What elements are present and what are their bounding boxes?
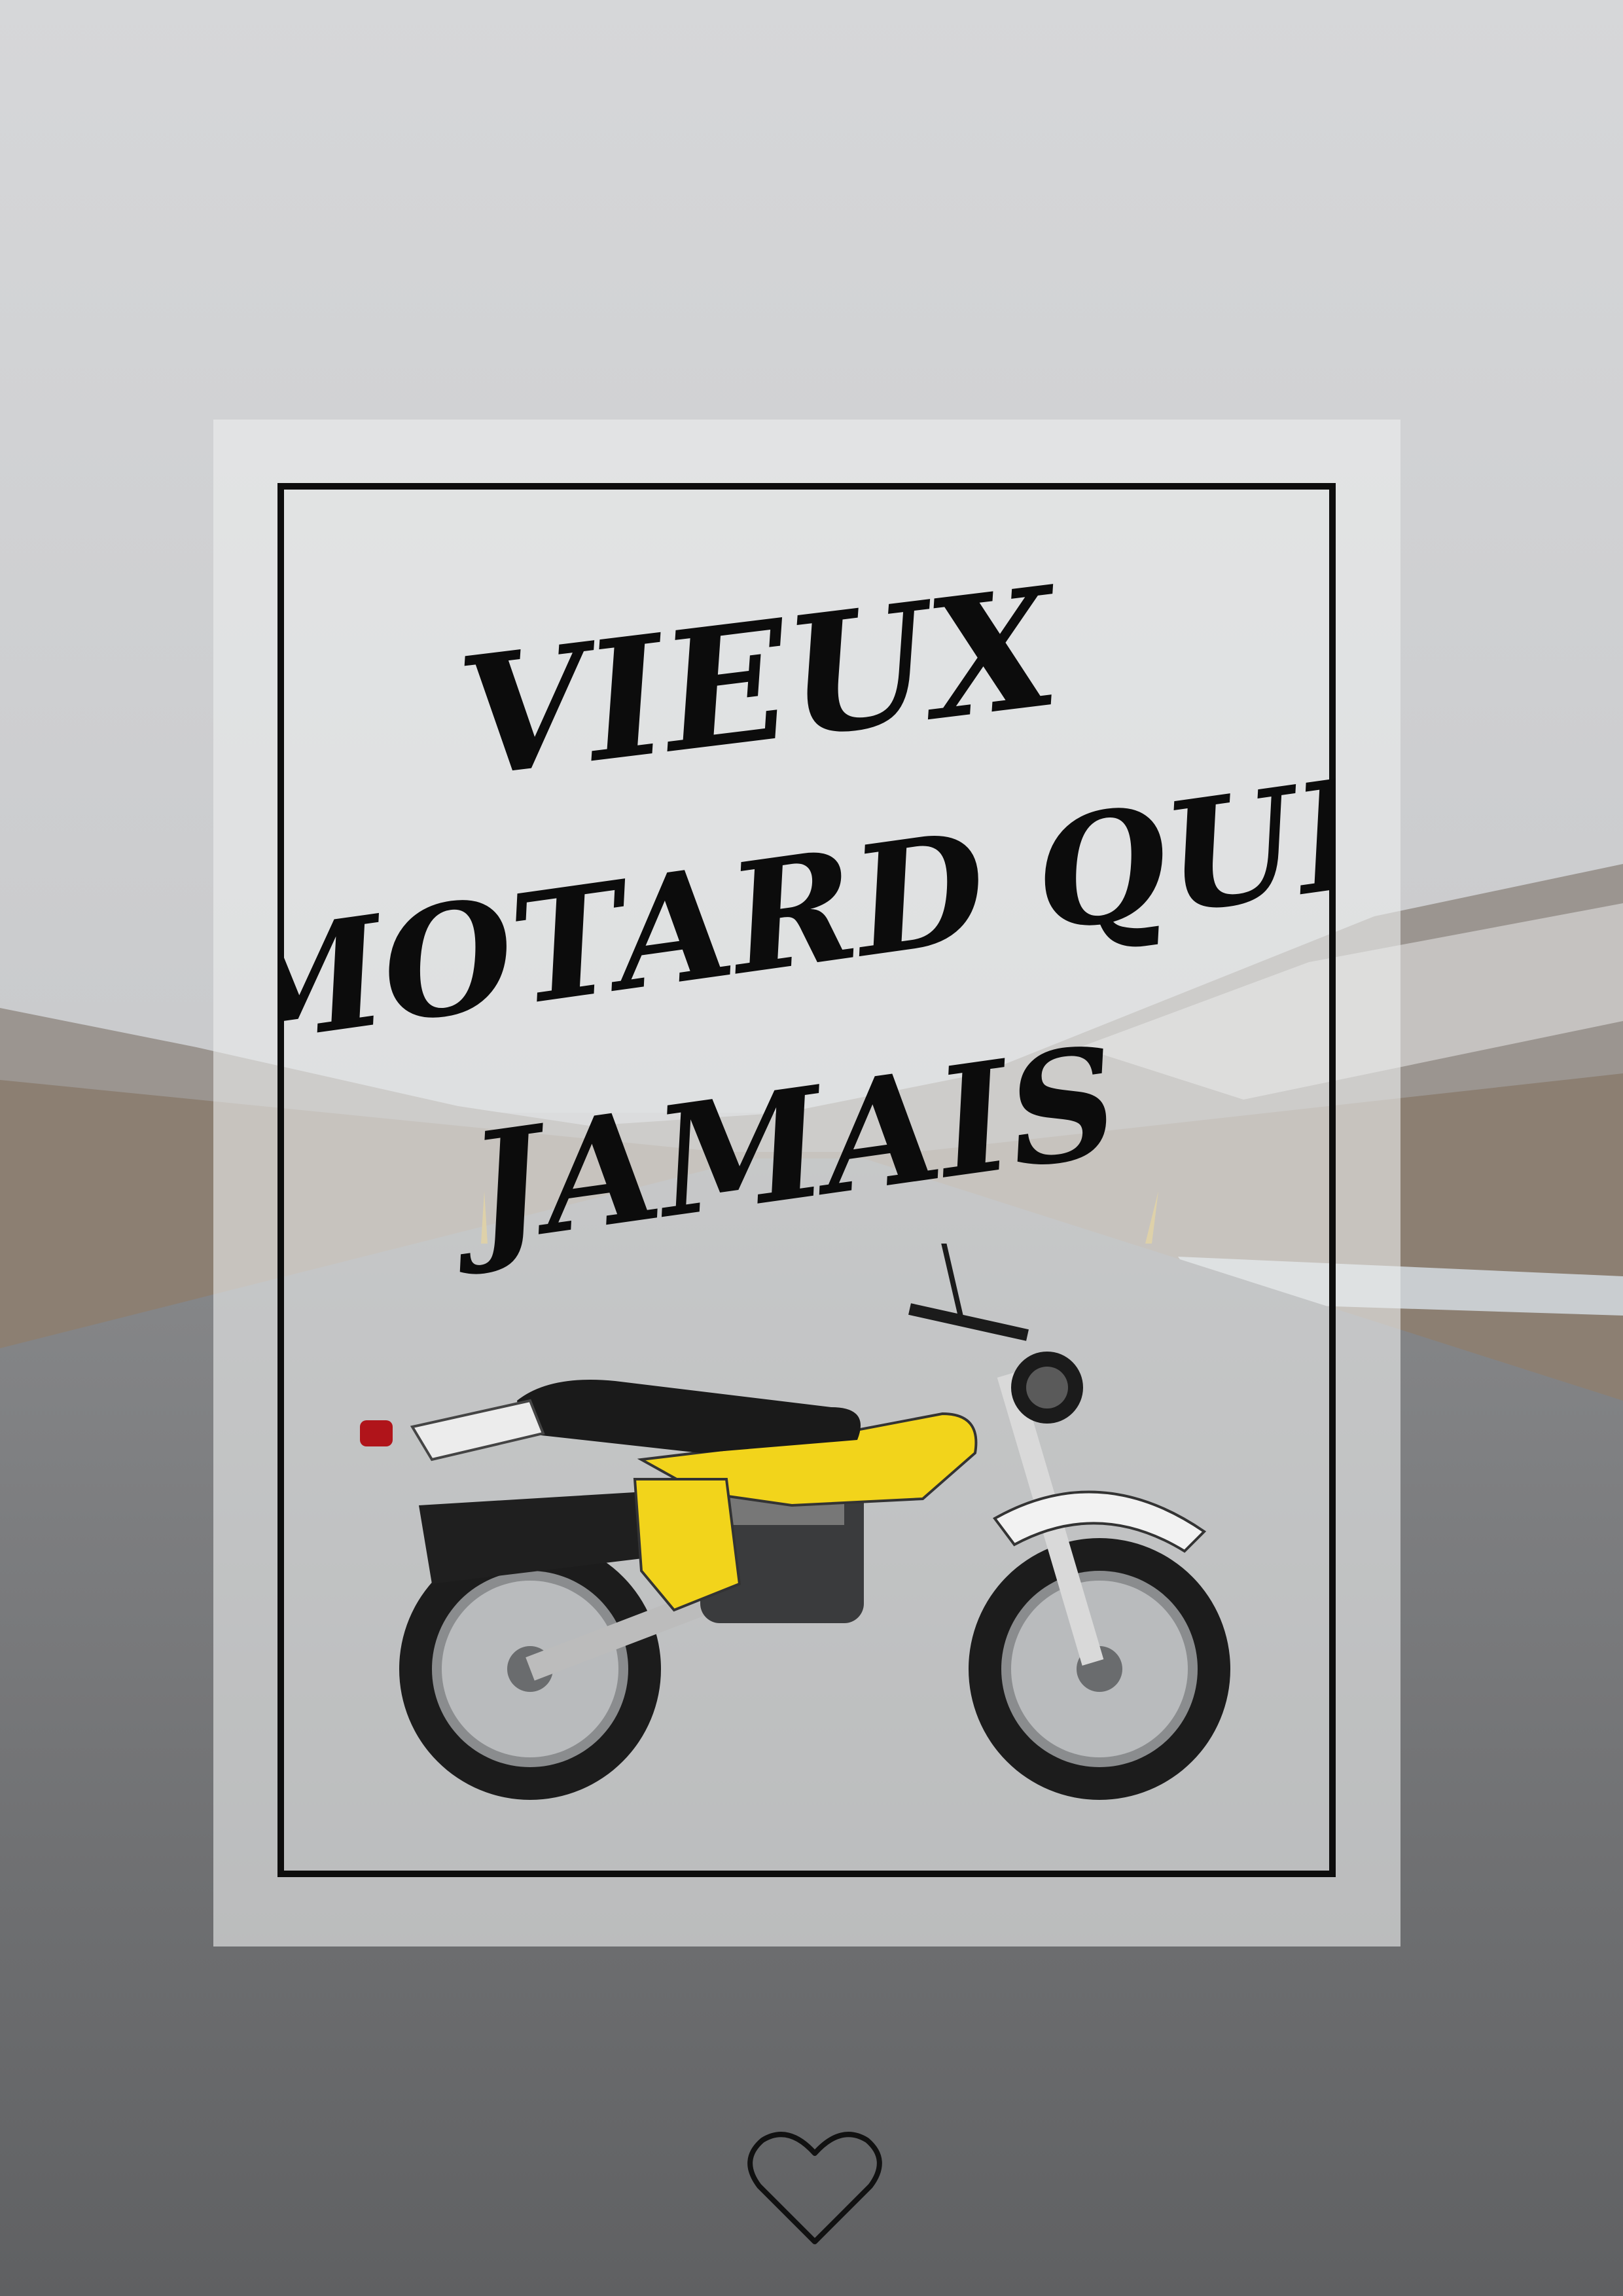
title-line-3: JAMAIS — [436, 1013, 1129, 1282]
heart-outline-icon — [747, 2132, 882, 2244]
yellow-motorcycle-image — [360, 1244, 1230, 1800]
title-line-2: MOTARD QUE — [277, 738, 1336, 1082]
poster-title: VIEUX MOTARD QUE JAMAIS — [202, 543, 1424, 1329]
front-wheel — [969, 1538, 1230, 1800]
title-line-1: VIEUX — [450, 550, 1073, 814]
